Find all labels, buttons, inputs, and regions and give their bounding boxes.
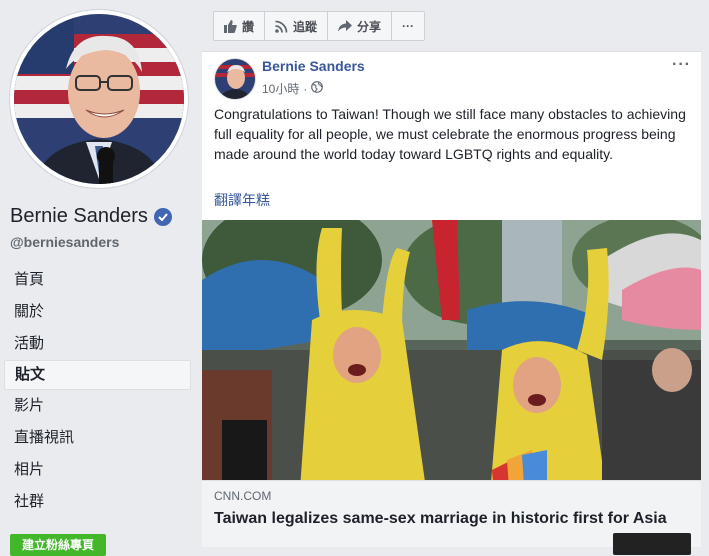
thumbs-up-icon: [224, 19, 237, 33]
nav-item-videos[interactable]: 影片: [4, 390, 191, 422]
post-card: Bernie Sanders 10小時 · ··· Congratulation…: [202, 51, 701, 555]
globe-icon: [311, 81, 324, 96]
nav-item-home[interactable]: 首頁: [4, 264, 191, 296]
avatar: [14, 14, 184, 184]
post-timestamp[interactable]: 10小時: [262, 80, 299, 97]
post-meta: 10小時 ·: [262, 80, 324, 97]
translate-link[interactable]: 翻譯年糕: [214, 190, 270, 210]
like-label: 讚: [242, 19, 255, 34]
link-title[interactable]: Taiwan legalizes same-sex marriage in hi…: [214, 509, 684, 529]
follow-label: 追蹤: [293, 19, 318, 34]
nav-item-events[interactable]: 活動: [4, 328, 191, 360]
nav-item-community[interactable]: 社群: [4, 486, 191, 518]
profile-name[interactable]: Bernie Sanders: [10, 205, 148, 228]
post-author-avatar[interactable]: [214, 58, 256, 100]
share-arrow-icon: [338, 20, 353, 32]
portrait-image: [14, 14, 184, 184]
more-options-button[interactable]: ···: [392, 12, 424, 40]
nav-item-live-videos[interactable]: 直播視訊: [4, 422, 191, 454]
nav-item-about[interactable]: 關於: [4, 296, 191, 328]
nav-item-photos[interactable]: 相片: [4, 454, 191, 486]
profile-handle[interactable]: @berniesanders: [10, 234, 119, 250]
post-author-name[interactable]: Bernie Sanders: [262, 58, 365, 74]
link-cta-button[interactable]: [613, 533, 691, 555]
page-action-bar: 讚 追蹤 分享 ···: [213, 11, 426, 41]
page-nav: 首頁 關於 活動 貼文 影片 直播視訊 相片 社群: [4, 264, 191, 518]
follow-button[interactable]: 追蹤: [265, 12, 329, 40]
share-label: 分享: [357, 19, 382, 34]
separator-dot: ·: [303, 81, 308, 96]
link-preview[interactable]: CNN.COM Taiwan legalizes same-sex marria…: [202, 480, 701, 555]
nav-item-posts[interactable]: 貼文: [4, 360, 191, 390]
create-page-button[interactable]: 建立粉絲專頁: [10, 534, 106, 556]
post-body: Congratulations to Taiwan! Though we sti…: [214, 106, 686, 162]
like-button[interactable]: 讚: [214, 12, 266, 40]
post-options-button[interactable]: ···: [672, 56, 691, 74]
left-column: Bernie Sanders @berniesanders 首頁 關於 活動 貼…: [0, 0, 200, 556]
verified-badge-icon: [153, 207, 172, 226]
profile-name-row: Bernie Sanders: [10, 205, 172, 228]
post-avatar-image: [215, 59, 255, 99]
share-button[interactable]: 分享: [328, 12, 393, 40]
profile-picture[interactable]: [10, 10, 188, 188]
link-domain: CNN.COM: [214, 489, 272, 503]
rss-icon: [275, 20, 288, 33]
